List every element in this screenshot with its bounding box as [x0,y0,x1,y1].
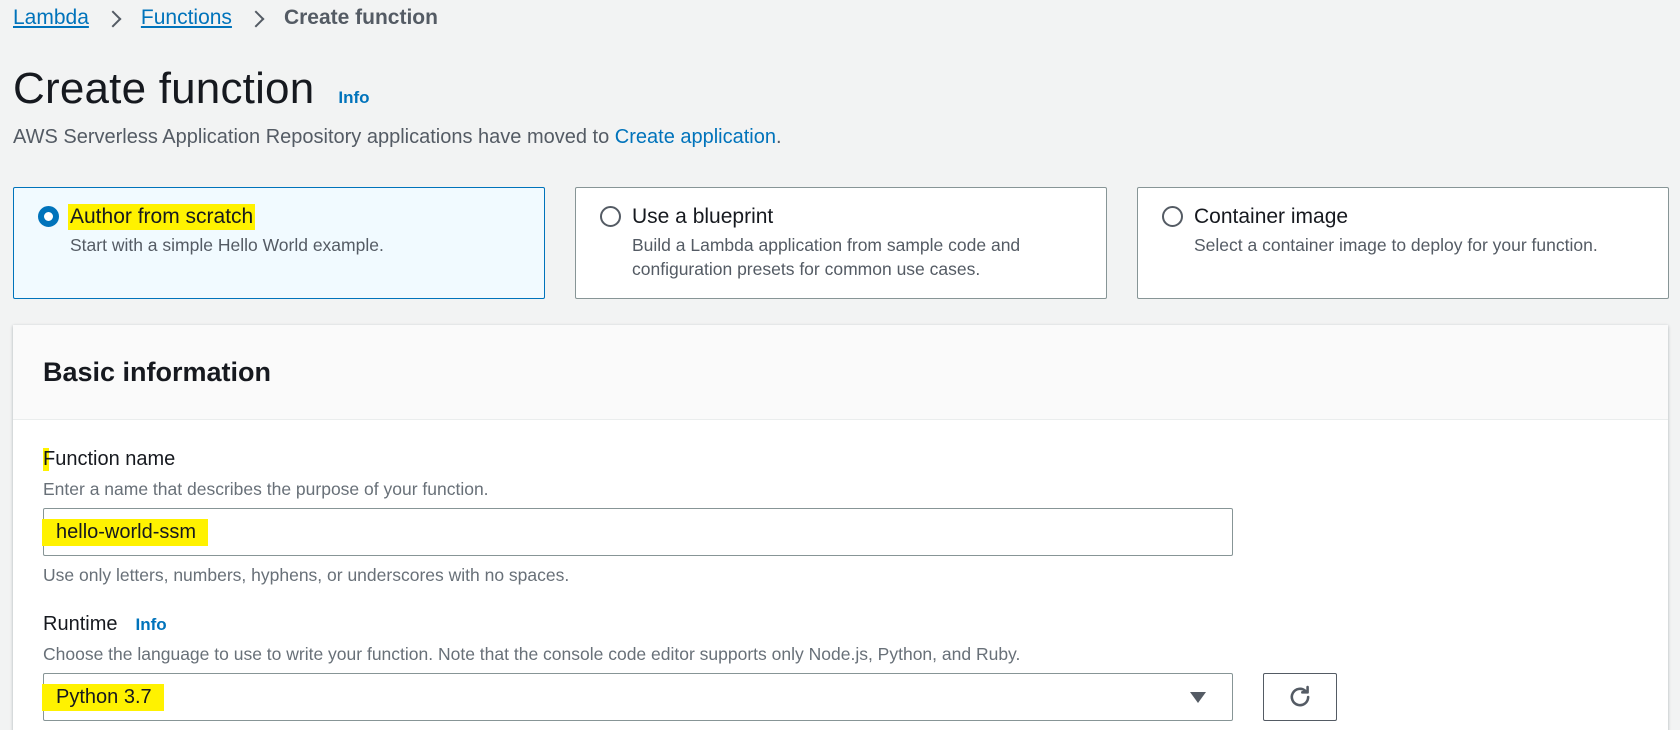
option-container-image[interactable]: Container image Select a container image… [1137,187,1669,299]
caret-down-icon [1190,691,1206,703]
refresh-runtimes-button[interactable] [1263,673,1337,721]
runtime-label-text: Runtime [43,613,118,635]
radio-container-image[interactable] [1162,206,1183,227]
runtime-field: Runtime Info Choose the language to use … [42,613,1337,721]
breadcrumb: Lambda Functions Create function [13,4,438,32]
option-description: Start with a simple Hello World example. [70,235,384,255]
option-author-from-scratch[interactable]: Author from scratch Start with a simple … [13,187,545,299]
runtime-info-link[interactable]: Info [135,615,166,635]
create-application-link[interactable]: Create application [615,126,776,148]
radio-use-a-blueprint[interactable] [600,206,621,227]
creation-options: Author from scratch Start with a simple … [13,187,1669,299]
radio-author-from-scratch[interactable] [38,206,59,227]
function-name-constraint: Use only letters, numbers, hyphens, or u… [43,565,570,585]
page-title: Create function [13,64,315,113]
runtime-select[interactable]: Python 3.7 [42,673,1233,721]
function-name-label: Function name [43,448,1233,471]
runtime-label: Runtime Info [43,613,1337,636]
function-name-label-text: Function name [43,448,176,471]
function-name-field: Function name Enter a name that describe… [42,448,1233,586]
chevron-right-icon [107,11,121,25]
subtitle-suffix: . [776,126,782,148]
chevron-right-icon [250,11,264,25]
subtitle-text: AWS Serverless Application Repository ap… [13,126,615,148]
option-use-a-blueprint[interactable]: Use a blueprint Build a Lambda applicati… [575,187,1107,299]
runtime-description: Choose the language to use to write your… [43,644,1021,664]
option-description: Select a container image to deploy for y… [1194,235,1598,255]
option-title: Use a blueprint [632,205,774,228]
panel-header: Basic information [13,325,1668,420]
breadcrumb-functions[interactable]: Functions [141,6,232,30]
function-name-description: Enter a name that describes the purpose … [43,479,489,499]
option-title: Container image [1194,205,1349,228]
panel-title: Basic information [43,356,272,387]
breadcrumb-current: Create function [283,6,438,29]
basic-information-panel: Basic information Function name Enter a … [13,325,1668,730]
breadcrumb-lambda[interactable]: Lambda [13,6,89,30]
runtime-value: Python 3.7 [42,683,164,711]
page-header: Create function Info [13,64,370,114]
page-subtitle: AWS Serverless Application Repository ap… [13,126,782,149]
option-title: Author from scratch [68,204,256,230]
function-name-input[interactable]: hello-world-ssm [42,508,1233,556]
page-info-link[interactable]: Info [338,88,369,108]
refresh-icon [1290,685,1310,707]
function-name-value: hello-world-ssm [42,518,209,546]
option-description: Build a Lambda application from sample c… [632,235,1021,279]
